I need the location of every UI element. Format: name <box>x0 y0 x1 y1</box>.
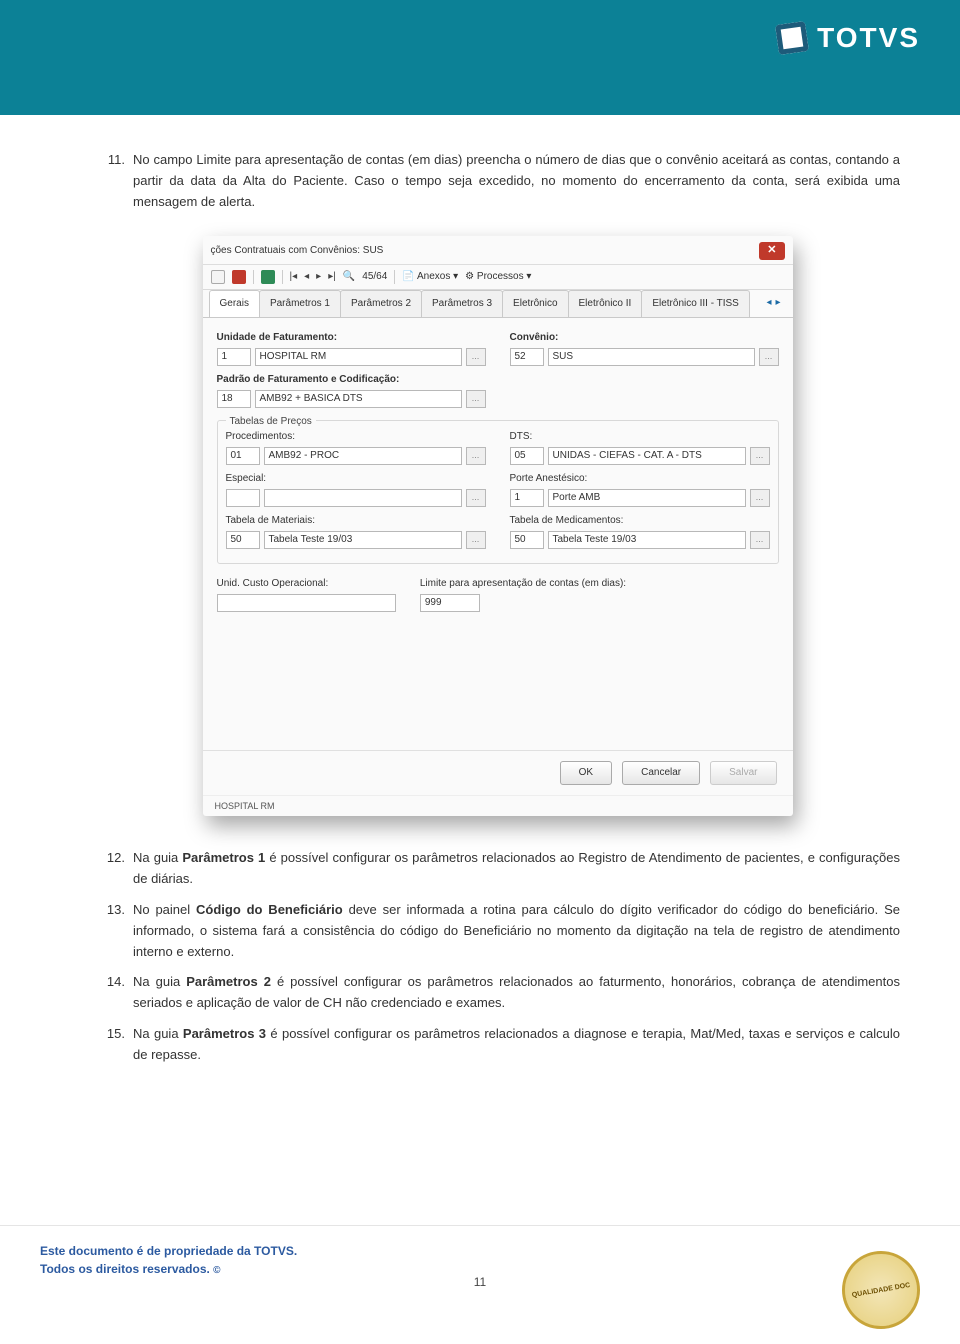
prev-icon[interactable]: ◂ <box>304 269 309 285</box>
menu-anexos[interactable]: 📄 Anexos ▾ <box>402 269 458 285</box>
brand-logo: TOTVS <box>777 22 920 54</box>
embedded-screenshot: ções Contratuais com Convênios: SUS ✕ |◂… <box>203 236 793 816</box>
header-band: TOTVS <box>0 0 960 115</box>
last-icon[interactable]: ▸| <box>328 269 336 285</box>
quality-seal-icon: QUALIDADE DOC <box>836 1245 926 1335</box>
tab-param1[interactable]: Parâmetros 1 <box>259 290 341 317</box>
custo-input[interactable] <box>217 594 396 612</box>
lookup-button[interactable]: … <box>759 348 779 366</box>
fragment-text: HOSPITAL RM <box>203 795 793 816</box>
dialog-buttons: OK Cancelar Salvar <box>203 750 793 795</box>
label-unidade: Unidade de Faturamento: <box>217 330 486 346</box>
new-icon[interactable] <box>211 270 225 284</box>
unidade-code[interactable]: 1 <box>217 348 251 366</box>
window-title: ções Contratuais com Convênios: SUS <box>211 243 384 259</box>
delete-icon[interactable] <box>232 270 246 284</box>
next-icon[interactable]: ▸ <box>316 269 321 285</box>
limite-input[interactable]: 999 <box>420 594 480 612</box>
document-body: 11. No campo Limite para apresentação de… <box>0 115 960 1066</box>
tab-eletronico2[interactable]: Eletrônico II <box>568 290 643 317</box>
page-footer: Este documento é de propriedade da TOTVS… <box>0 1225 960 1344</box>
footer-line1: Este documento é de propriedade da TOTVS… <box>40 1244 920 1258</box>
ok-button[interactable]: OK <box>560 761 612 785</box>
group-tabelas-precos: Tabelas de Preços Procedimentos: 01 AMB9… <box>217 420 779 564</box>
first-icon[interactable]: |◂ <box>290 269 298 285</box>
padrao-code[interactable]: 18 <box>217 390 251 408</box>
refresh-icon[interactable] <box>261 270 275 284</box>
label-padrao: Padrão de Faturamento e Codificação: <box>217 372 486 388</box>
tab-eletronico3[interactable]: Eletrônico III - TISS <box>641 290 750 317</box>
save-button[interactable]: Salvar <box>710 761 776 785</box>
padrao-name[interactable]: AMB92 + BASICA DTS <box>255 390 462 408</box>
search-icon[interactable]: 🔍 <box>343 269 355 285</box>
menu-processos[interactable]: ⚙ Processos ▾ <box>465 269 531 285</box>
cancel-button[interactable]: Cancelar <box>622 761 700 785</box>
tab-scroll-icons[interactable]: ◂▸ <box>766 290 786 317</box>
form-area: Unidade de Faturamento: 1 HOSPITAL RM … … <box>203 318 793 750</box>
convenio-code[interactable]: 52 <box>510 348 544 366</box>
lookup-button[interactable]: … <box>466 390 486 408</box>
tab-param3[interactable]: Parâmetros 3 <box>421 290 503 317</box>
convenio-name[interactable]: SUS <box>548 348 755 366</box>
tab-param2[interactable]: Parâmetros 2 <box>340 290 422 317</box>
toolbar: |◂ ◂ ▸ ▸| 🔍 45/64 📄 Anexos ▾ ⚙ Processos… <box>203 265 793 290</box>
tab-gerais[interactable]: Gerais <box>209 290 260 317</box>
lookup-button[interactable]: … <box>466 348 486 366</box>
record-counter: 45/64 <box>362 269 387 285</box>
brand-name: TOTVS <box>817 22 920 54</box>
list-item: 11. No campo Limite para apresentação de… <box>95 150 900 212</box>
close-icon[interactable]: ✕ <box>759 242 784 260</box>
footer-line2: Todos os direitos reservados. © <box>40 1262 920 1276</box>
window-titlebar: ções Contratuais com Convênios: SUS ✕ <box>203 236 793 265</box>
totvs-cube-icon <box>775 21 809 55</box>
label-convenio: Convênio: <box>510 330 779 346</box>
tab-eletronico[interactable]: Eletrônico <box>502 290 568 317</box>
unidade-name[interactable]: HOSPITAL RM <box>255 348 462 366</box>
tabs-bar: Gerais Parâmetros 1 Parâmetros 2 Parâmet… <box>203 290 793 318</box>
